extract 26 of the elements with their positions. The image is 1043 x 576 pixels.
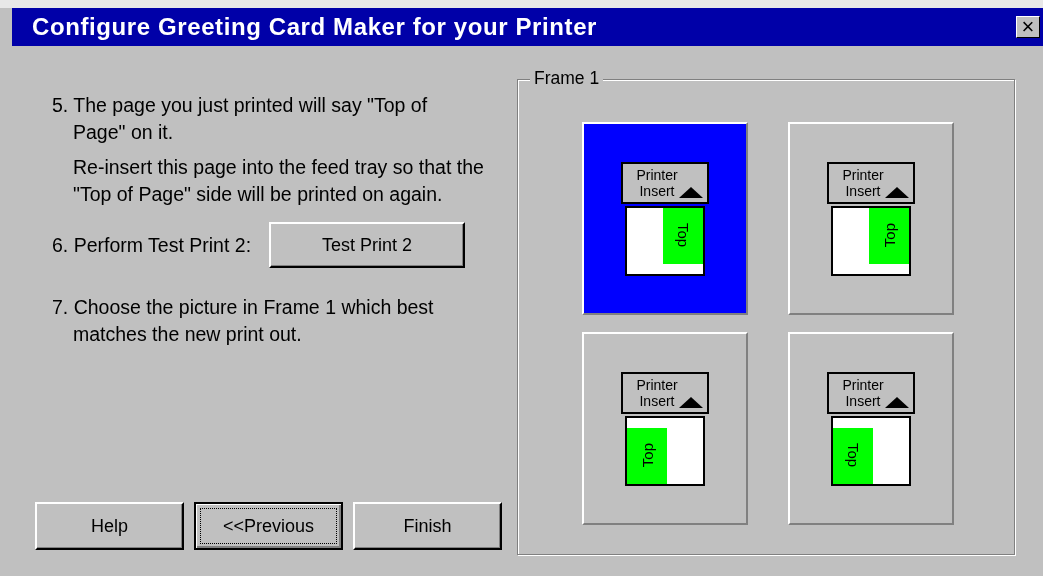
instruction-text: 5. The page you just printed will say "Top of Page" on it. — [52, 93, 429, 145]
close-button[interactable]: × — [1016, 16, 1040, 38]
window-title: Configure Greeting Card Maker for your Printer — [32, 13, 598, 41]
orientation-option[interactable]: Printer Insert Top — [788, 122, 954, 315]
top-mark: Top — [880, 223, 898, 248]
wizard-button[interactable]: Help — [35, 502, 184, 550]
insert-label: Printer Insert — [635, 165, 679, 199]
triangle-icon — [885, 186, 909, 198]
insert-label: Printer Insert — [635, 375, 679, 409]
test-print-button[interactable]: Test Print 2 — [269, 222, 466, 268]
instruction-text: 6. Perform Test Print 2: — [52, 233, 252, 257]
triangle-icon — [679, 396, 703, 408]
wizard-button[interactable]: Finish — [353, 502, 502, 550]
insert-label: Printer Insert — [841, 375, 885, 409]
top-mark: Top — [638, 443, 656, 468]
instruction-text: 7. Choose the picture in Frame 1 which best matches the new print out. — [52, 295, 435, 347]
instruction-text: Re-insert this page into the feed tray so that the "Top of Page" side will be printed on again. — [73, 155, 485, 207]
orientation-option[interactable]: Printer Insert Top — [582, 122, 748, 315]
triangle-icon — [885, 396, 909, 408]
insert-label: Printer Insert — [841, 165, 885, 199]
top-mark: Top — [844, 443, 862, 468]
wizard-button[interactable]: <<Previous — [194, 502, 343, 550]
triangle-icon — [679, 186, 703, 198]
top-mark: Top — [674, 223, 692, 248]
orientation-option[interactable]: Printer Insert Top — [582, 332, 748, 525]
orientation-option[interactable]: Printer Insert Top — [788, 332, 954, 525]
